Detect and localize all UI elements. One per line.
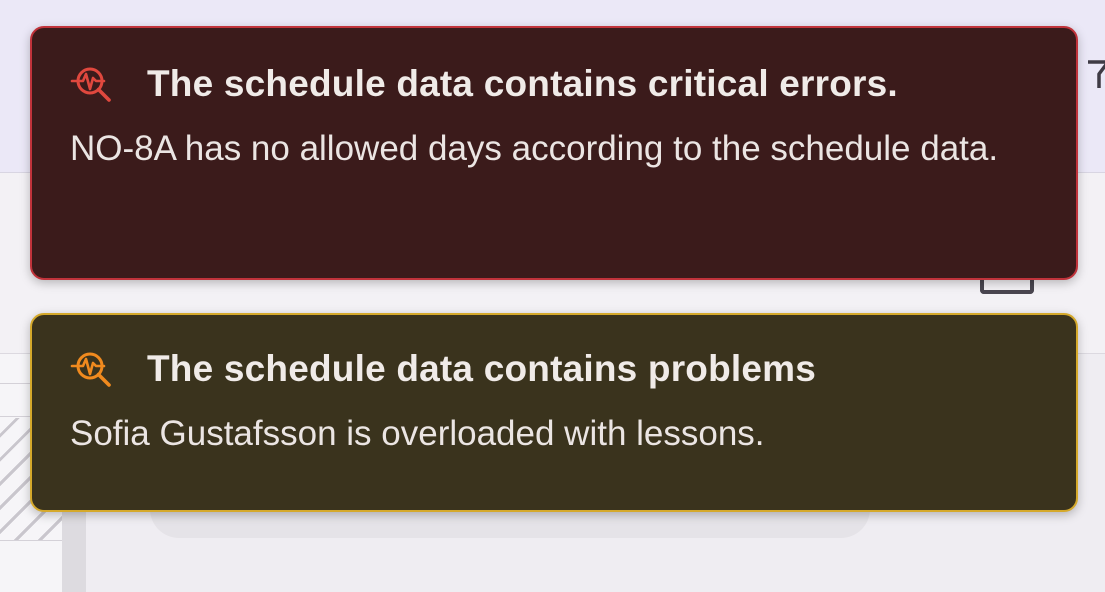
filter-icon[interactable] — [1086, 60, 1105, 90]
toast-header: The schedule data contains problems — [70, 348, 1038, 389]
toast-header: The schedule data contains critical erro… — [70, 63, 1038, 104]
toast-title: The schedule data contains problems — [147, 348, 817, 389]
search-pulse-icon — [70, 64, 118, 104]
search-pulse-icon — [70, 349, 118, 389]
toast-title: The schedule data contains critical erro… — [147, 63, 898, 104]
grid-row-divider — [0, 540, 62, 541]
warning-toast[interactable]: The schedule data contains problems Sofi… — [30, 313, 1078, 512]
toast-message: NO-8A has no allowed days according to t… — [70, 129, 999, 168]
toast-message: Sofia Gustafsson is overloaded with less… — [70, 414, 765, 453]
critical-error-toast[interactable]: The schedule data contains critical erro… — [30, 26, 1078, 280]
